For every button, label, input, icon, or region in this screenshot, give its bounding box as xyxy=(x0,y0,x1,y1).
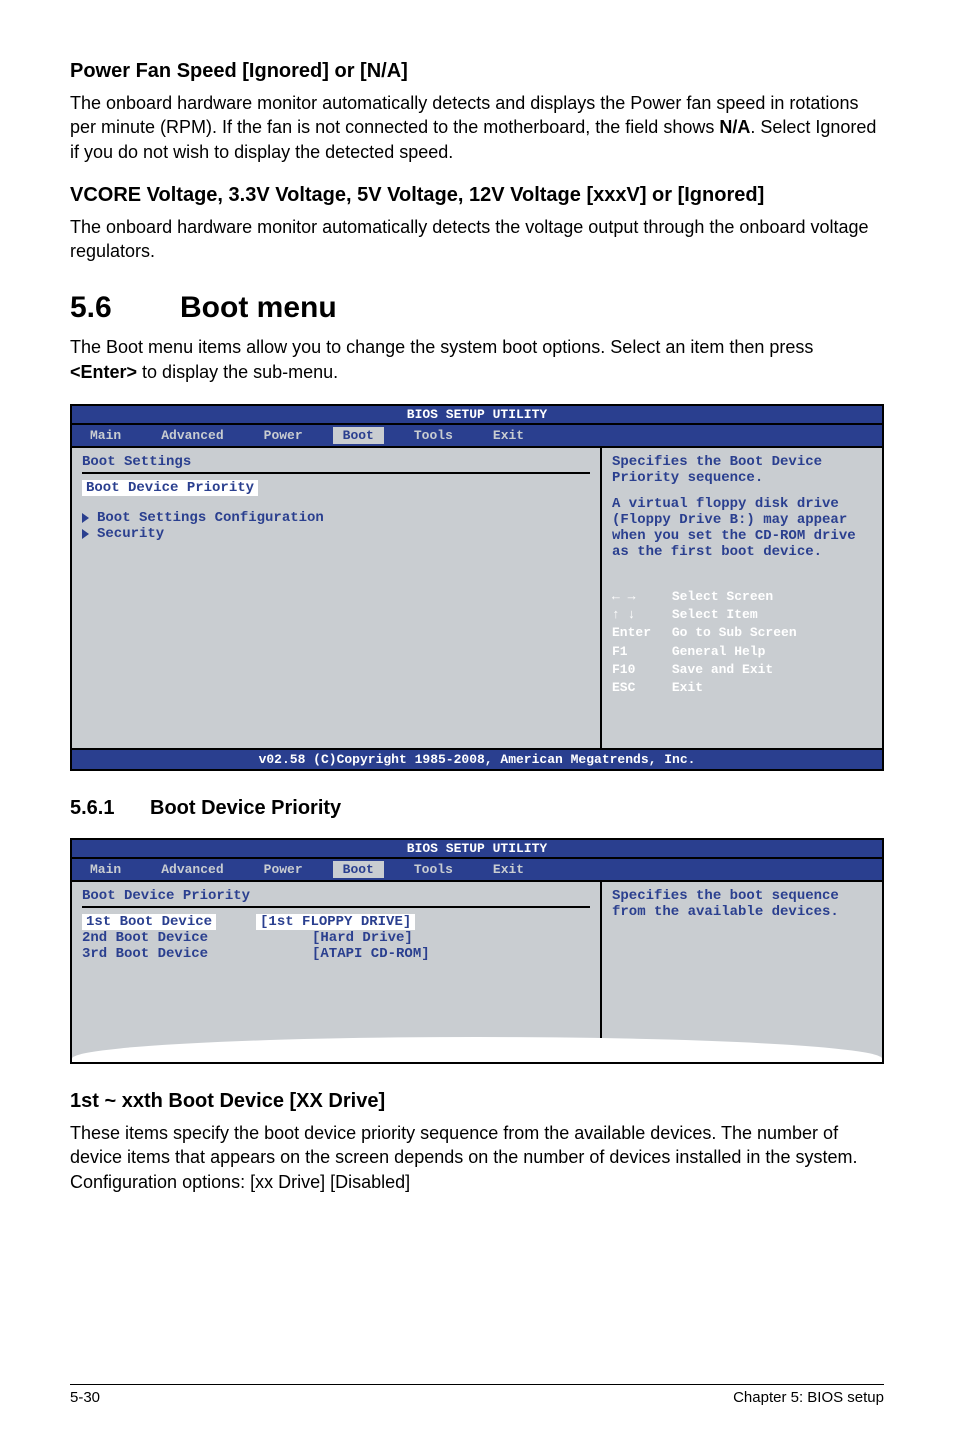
text: The Boot menu items allow you to change … xyxy=(70,337,813,357)
para-boot-device-order: These items specify the boot device prio… xyxy=(70,1121,884,1194)
key-label: F10 xyxy=(612,661,664,679)
bios-window-boot-device-priority: BIOS SETUP UTILITY Main Advanced Power B… xyxy=(70,838,884,1064)
menu-label: Boot Settings Configuration xyxy=(97,510,324,526)
tab-advanced[interactable]: Advanced xyxy=(151,861,233,878)
subsection-num: 5.6.1 xyxy=(70,797,150,820)
menu-item-boot-settings-config[interactable]: Boot Settings Configuration xyxy=(82,510,590,526)
tab-boot[interactable]: Boot xyxy=(333,427,384,444)
para-power-fan: The onboard hardware monitor automatical… xyxy=(70,91,884,164)
bios-left-pane: Boot Settings Boot Device Priority Boot … xyxy=(72,448,602,748)
divider xyxy=(82,906,590,908)
bios-title: BIOS SETUP UTILITY xyxy=(72,840,882,859)
bios-menu-bar: Main Advanced Power Boot Tools Exit xyxy=(72,425,882,448)
tab-main[interactable]: Main xyxy=(80,861,131,878)
heading-power-fan: Power Fan Speed [Ignored] or [N/A] xyxy=(70,60,884,83)
tab-exit[interactable]: Exit xyxy=(483,427,534,444)
bios-menu-bar: Main Advanced Power Boot Tools Exit xyxy=(72,859,882,882)
arrows-ud-icon xyxy=(612,606,664,624)
menu-label: Security xyxy=(97,526,164,542)
boot-device-row-2[interactable]: 2nd Boot Device [Hard Drive] xyxy=(82,930,590,946)
bold-na: N/A xyxy=(719,117,750,137)
boot-device-row-1[interactable]: 1st Boot Device [1st FLOPPY DRIVE] xyxy=(82,914,590,930)
bold-enter: <Enter> xyxy=(70,362,137,382)
tab-main[interactable]: Main xyxy=(80,427,131,444)
bios-help-pane: Specifies the boot sequence from the ava… xyxy=(602,882,882,1062)
bios-window-boot-settings: BIOS SETUP UTILITY Main Advanced Power B… xyxy=(70,404,884,771)
chevron-right-icon xyxy=(82,529,89,539)
page-footer: 5-30 Chapter 5: BIOS setup xyxy=(70,1384,884,1406)
key-desc: General Help xyxy=(672,644,766,659)
key-label: ESC xyxy=(612,679,664,697)
help-text-2: A virtual floppy disk drive (Floppy Driv… xyxy=(612,496,872,560)
key-desc: Select Screen xyxy=(672,589,773,604)
subsection-heading: 5.6.1Boot Device Priority xyxy=(70,797,884,820)
chapter-heading: 5.6Boot menu xyxy=(70,291,884,325)
heading-boot-device-order: 1st ~ xxth Boot Device [XX Drive] xyxy=(70,1090,884,1113)
page-number: 5-30 xyxy=(70,1389,100,1406)
bios-footer: v02.58 (C)Copyright 1985-2008, American … xyxy=(72,748,882,769)
key-desc: Exit xyxy=(672,680,703,695)
tab-power[interactable]: Power xyxy=(254,861,313,878)
chapter-label: Chapter 5: BIOS setup xyxy=(733,1389,884,1406)
menu-item-boot-device-priority[interactable]: Boot Device Priority xyxy=(82,480,258,496)
arrows-lr-icon xyxy=(612,588,664,606)
key-desc: Select Item xyxy=(672,607,758,622)
tab-exit[interactable]: Exit xyxy=(483,861,534,878)
tab-boot[interactable]: Boot xyxy=(333,861,384,878)
help-text: Specifies the boot sequence from the ava… xyxy=(612,888,872,920)
tab-tools[interactable]: Tools xyxy=(404,861,463,878)
tab-advanced[interactable]: Advanced xyxy=(151,427,233,444)
bios-left-pane: Boot Device Priority 1st Boot Device [1s… xyxy=(72,882,602,1062)
bios-title: BIOS SETUP UTILITY xyxy=(72,406,882,425)
chapter-intro: The Boot menu items allow you to change … xyxy=(70,335,884,384)
row-label: 2nd Boot Device xyxy=(82,930,272,946)
menu-item-security[interactable]: Security xyxy=(82,526,590,542)
boot-device-row-3[interactable]: 3rd Boot Device [ATAPI CD-ROM] xyxy=(82,946,590,962)
help-text-1: Specifies the Boot Device Priority seque… xyxy=(612,454,872,486)
key-label: Enter xyxy=(612,624,664,642)
chevron-right-icon xyxy=(82,513,89,523)
chapter-title: Boot menu xyxy=(180,291,337,324)
row-label: 1st Boot Device xyxy=(82,914,216,930)
bios-help-pane: Specifies the Boot Device Priority seque… xyxy=(602,448,882,748)
key-desc: Save and Exit xyxy=(672,662,773,677)
row-value: [ATAPI CD-ROM] xyxy=(312,946,430,962)
bios-section-heading: Boot Settings xyxy=(82,454,590,470)
heading-vcore: VCORE Voltage, 3.3V Voltage, 5V Voltage,… xyxy=(70,184,884,207)
chapter-num: 5.6 xyxy=(70,291,180,325)
row-value: [1st FLOPPY DRIVE] xyxy=(256,914,415,930)
para-vcore: The onboard hardware monitor automatical… xyxy=(70,215,884,264)
subsection-title: Boot Device Priority xyxy=(150,797,341,819)
divider xyxy=(82,472,590,474)
tab-tools[interactable]: Tools xyxy=(404,427,463,444)
key-legend: Select Screen Select Item Enter Go to Su… xyxy=(612,588,872,697)
row-value: [Hard Drive] xyxy=(312,930,413,946)
tab-power[interactable]: Power xyxy=(254,427,313,444)
row-label: 3rd Boot Device xyxy=(82,946,272,962)
key-desc: Go to Sub Screen xyxy=(672,625,797,640)
text: to display the sub-menu. xyxy=(137,362,338,382)
bios-section-heading: Boot Device Priority xyxy=(82,888,590,904)
key-label: F1 xyxy=(612,643,664,661)
